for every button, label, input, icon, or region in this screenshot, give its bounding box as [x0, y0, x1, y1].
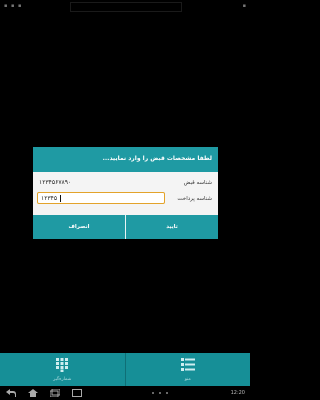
recent-apps-icon[interactable]: [50, 389, 60, 397]
dialog-header: لطفا مشخصات قبض را وارد نمایید...: [33, 147, 218, 172]
status-notification-area: [70, 2, 182, 12]
home-icon[interactable]: [28, 389, 38, 397]
dialog-body: شناسه قبض ۱۲۳۴۵۶۷۸۹۰ شناسه پرداخت ۱۲۳۴۵: [33, 172, 218, 215]
tab-menu[interactable]: منو: [124, 353, 251, 386]
back-icon[interactable]: [6, 389, 16, 397]
payment-id-input[interactable]: ۱۲۳۴۵: [37, 192, 165, 204]
bill-id-label: شناسه قبض: [183, 180, 212, 186]
confirm-button[interactable]: تایید: [125, 215, 218, 239]
system-nav-bar: 12:20: [0, 386, 250, 400]
status-bar: ▪ ▪ ▪ ▪: [0, 0, 250, 12]
dialog-buttons: انصراف تایید: [33, 215, 218, 239]
bill-entry-dialog: لطفا مشخصات قبض را وارد نمایید... شناسه …: [33, 147, 218, 239]
screenshot-icon[interactable]: [72, 389, 82, 397]
dialog-title: لطفا مشخصات قبض را وارد نمایید...: [102, 155, 212, 162]
tab-dialpad[interactable]: شماره‌گیر: [0, 353, 125, 386]
payment-id-value: ۱۲۳۴۵: [41, 195, 58, 202]
bill-id-field[interactable]: ۱۲۳۴۵۶۷۸۹۰: [39, 179, 71, 186]
cancel-button[interactable]: انصراف: [33, 215, 125, 239]
bottom-tab-bar: شماره‌گیر منو: [0, 353, 250, 386]
status-icons: ▪ ▪ ▪: [4, 3, 23, 9]
payment-id-label: شناسه پرداخت: [177, 196, 212, 202]
tab-dialpad-label: شماره‌گیر: [53, 377, 72, 382]
clock: 12:20: [230, 390, 245, 396]
status-indicator: ▪: [242, 3, 246, 9]
payment-id-row: شناسه پرداخت ۱۲۳۴۵: [37, 192, 214, 206]
bill-id-row: شناسه قبض ۱۲۳۴۵۶۷۸۹۰: [37, 176, 214, 190]
dots-icon: [152, 392, 168, 394]
tab-menu-label: منو: [184, 377, 191, 382]
menu-list-icon: [180, 358, 195, 371]
text-cursor: [60, 195, 61, 202]
dialpad-icon: [56, 358, 69, 372]
